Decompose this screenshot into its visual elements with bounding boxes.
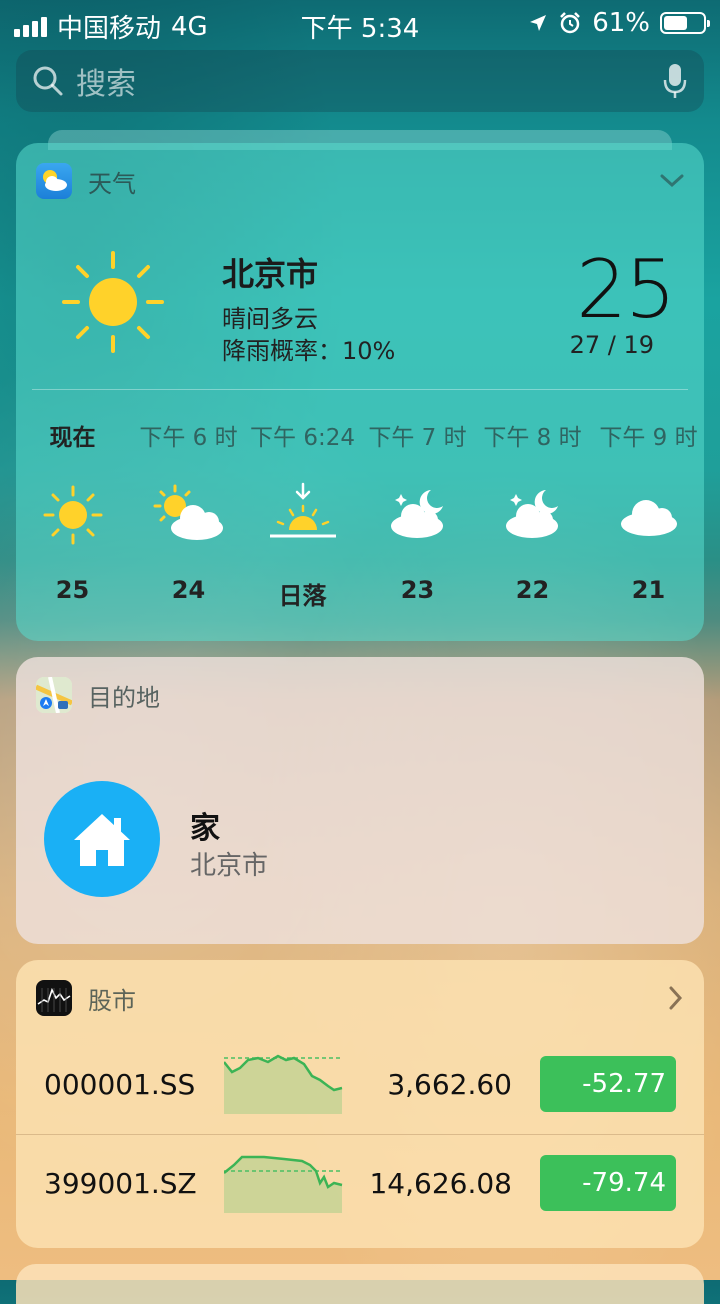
stock-symbol: 000001.SS bbox=[44, 1068, 196, 1101]
partly-cloudy-icon bbox=[131, 460, 246, 570]
hourly-time: 下午 6:24 bbox=[250, 425, 355, 451]
weather-app-icon bbox=[36, 163, 72, 199]
hourly-time: 下午 7 时 bbox=[368, 425, 467, 451]
location-arrow-icon bbox=[530, 15, 547, 31]
hourly-time: 下午 8 时 bbox=[483, 425, 582, 451]
hourly-forecast-item: 下午 6 时 24 bbox=[131, 390, 246, 604]
chevron-down-icon[interactable] bbox=[660, 173, 684, 189]
stock-change-badge[interactable]: -52.77 bbox=[540, 1056, 676, 1112]
weather-widget[interactable]: 天气 北京市 晴间多云 降雨概率：10% 25 27 / 19 现在 25 下午 6… bbox=[16, 143, 704, 641]
search-placeholder: 搜索 bbox=[76, 67, 136, 102]
home-destination-button[interactable] bbox=[44, 781, 160, 897]
maps-app-icon bbox=[36, 677, 72, 713]
stock-row[interactable]: 000001.SS 3,662.60 -52.77 bbox=[16, 1036, 704, 1134]
current-temperature: 25 bbox=[576, 243, 676, 336]
hourly-value: 日落 bbox=[278, 582, 327, 610]
chevron-right-icon[interactable] bbox=[668, 985, 684, 1011]
stock-price: 14,626.08 bbox=[369, 1167, 512, 1200]
battery-percent: 61% bbox=[592, 8, 650, 38]
alarm-clock-icon bbox=[560, 12, 581, 34]
hourly-forecast-item: 下午 9 时 21 bbox=[591, 390, 704, 604]
hourly-time: 现在 bbox=[49, 425, 96, 451]
widget-title: 天气 bbox=[88, 169, 136, 198]
rain-chance: 降雨概率：10% bbox=[222, 337, 396, 365]
search-bar[interactable]: 搜索 bbox=[16, 50, 704, 112]
destination-name: 家 bbox=[190, 811, 220, 846]
hourly-forecast-item: 下午 7 时 23 bbox=[360, 390, 475, 604]
widget-title: 股市 bbox=[88, 986, 136, 1015]
hourly-time: 下午 9 时 bbox=[599, 425, 698, 451]
hourly-forecast-item: 下午 6:24 日落 bbox=[245, 390, 360, 611]
stock-symbol: 399001.SZ bbox=[44, 1167, 197, 1200]
destinations-widget[interactable]: 目的地 家 北京市 bbox=[16, 657, 704, 944]
stock-price: 3,662.60 bbox=[387, 1068, 512, 1101]
stocks-widget[interactable]: 股市 000001.SS 3,662.60 -52.77 399001.SZ 1… bbox=[16, 960, 704, 1248]
status-bar: 中国移动 4G 下午 5:34 61% bbox=[0, 0, 720, 46]
weather-condition: 晴间多云 bbox=[222, 305, 318, 333]
hourly-forecast-item: 现在 25 bbox=[16, 390, 130, 604]
high-low-temperature: 27 / 19 bbox=[569, 331, 654, 359]
hourly-value: 24 bbox=[171, 576, 206, 604]
stock-sparkline bbox=[224, 1155, 343, 1213]
sun-icon bbox=[16, 460, 130, 570]
stock-change-badge[interactable]: -79.74 bbox=[540, 1155, 676, 1211]
cloud-icon bbox=[591, 460, 704, 570]
stock-sparkline bbox=[224, 1054, 343, 1114]
hourly-time: 下午 6 时 bbox=[139, 425, 238, 451]
cloudy-night-icon bbox=[475, 460, 590, 570]
hourly-value: 22 bbox=[515, 576, 550, 604]
city-name: 北京市 bbox=[222, 255, 319, 293]
stocks-app-icon bbox=[36, 980, 72, 1016]
hourly-value: 21 bbox=[631, 576, 666, 604]
sun-icon bbox=[62, 251, 164, 353]
hourly-forecast-item: 下午 8 时 22 bbox=[475, 390, 590, 604]
microphone-icon[interactable] bbox=[662, 62, 688, 100]
hourly-forecast: 现在 25 下午 6 时 24 下午 6:24 日落 下午 7 时 23 下午 8 时 22 下午 … bbox=[16, 390, 704, 640]
search-icon bbox=[33, 66, 63, 96]
house-icon bbox=[74, 814, 130, 866]
next-widget-edge bbox=[16, 1264, 704, 1304]
stock-row[interactable]: 399001.SZ 14,626.08 -79.74 bbox=[16, 1134, 704, 1233]
widget-title: 目的地 bbox=[88, 683, 160, 712]
battery-icon bbox=[660, 12, 710, 34]
sunset-icon bbox=[245, 460, 360, 570]
cloudy-night-icon bbox=[360, 460, 475, 570]
destination-subtitle: 北京市 bbox=[190, 851, 269, 881]
hourly-value: 23 bbox=[400, 576, 435, 604]
hourly-value: 25 bbox=[55, 576, 90, 604]
